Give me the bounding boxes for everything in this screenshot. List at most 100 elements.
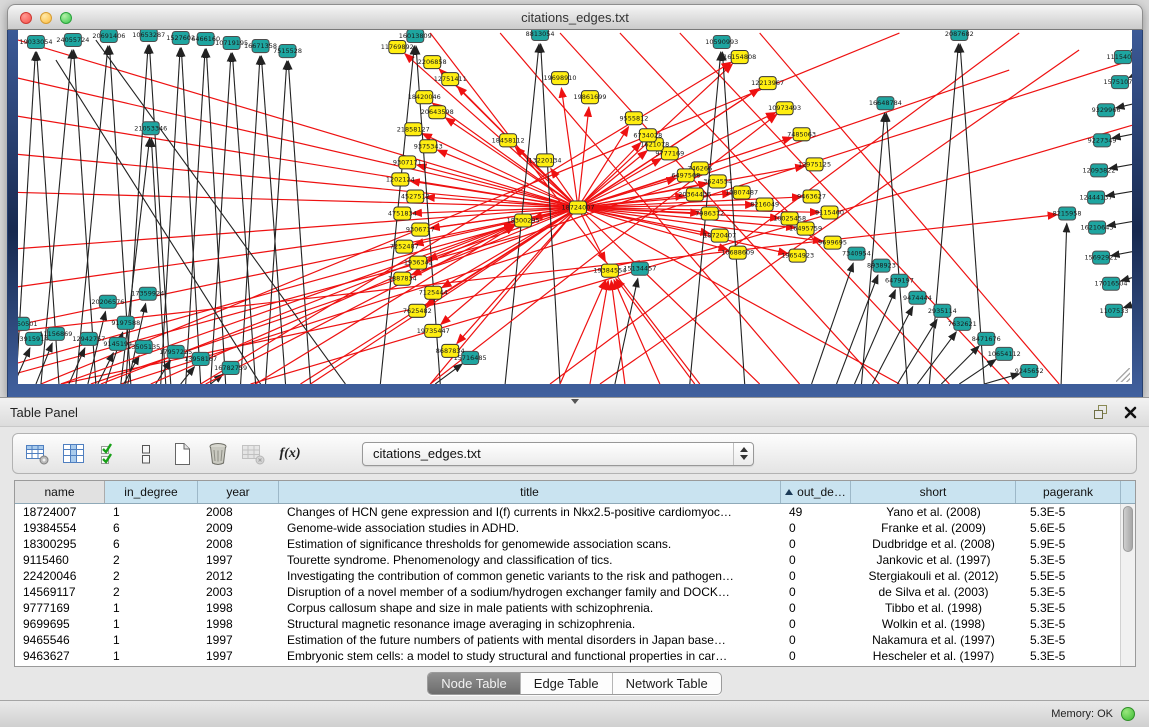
table-cell: 5.3E-5 [1016, 585, 1121, 599]
column-header-name[interactable]: name [15, 481, 105, 503]
delete-table-button[interactable] [202, 439, 234, 469]
table-cell: Investigating the contribution of common… [279, 569, 781, 583]
graph-node-label: 6734028 [633, 131, 662, 139]
table-select-value: citations_edges.txt [373, 446, 481, 461]
graph-node-label: 12444137 [1080, 193, 1113, 201]
table-cell: 9777169 [15, 601, 105, 615]
table-cell: 2 [105, 569, 198, 583]
table-cell: 2008 [198, 537, 279, 551]
network-canvas[interactable]: 1903305424055724206914061065328715276026… [18, 30, 1132, 384]
show-columns-button[interactable] [58, 439, 90, 469]
column-header-pagerank[interactable]: pagerank [1016, 481, 1121, 503]
table-cell: 1 [105, 601, 198, 615]
graph-node-label: 19384554 [593, 267, 626, 275]
column-header-out_de[interactable]: out_de… [781, 481, 851, 503]
column-header-in_degree[interactable]: in_degree [105, 481, 198, 503]
table-row[interactable]: 2242004622012Investigating the contribut… [15, 568, 1135, 584]
table-cell: 5.3E-5 [1016, 617, 1121, 631]
graph-edge [61, 224, 514, 384]
function-builder-button[interactable]: f(x) [274, 439, 306, 469]
graph-node-label: 12751411 [434, 75, 467, 83]
graph-edge [1061, 224, 1067, 384]
graph-node-label: 7340954 [842, 250, 871, 258]
graph-node-label: 2935114 [928, 307, 957, 315]
scrollbar-thumb[interactable] [1123, 506, 1133, 552]
graph-node-label: 10590993 [705, 38, 738, 46]
table-mode-switcher: Node Table Edge Table Network Table [427, 672, 722, 695]
graph-edge [614, 280, 660, 384]
desktop: citations_edges.txt 19033054240557242069… [0, 0, 1149, 397]
table-select[interactable]: citations_edges.txt [362, 442, 754, 466]
table-cell: 9463627 [15, 649, 105, 663]
new-table-button[interactable] [166, 439, 198, 469]
table-cell: 9699695 [15, 617, 105, 631]
table-options-button[interactable] [22, 439, 54, 469]
graph-edge [600, 50, 1079, 384]
table-cell: 6 [105, 521, 198, 535]
table-row[interactable]: 946362711997Embryonic stem cells: a mode… [15, 648, 1135, 664]
table-cell: Tourette syndrome. Phenomenology and cla… [279, 553, 781, 567]
graph-node-label: 9227349 [1088, 136, 1117, 144]
graph-node-label: 10973493 [768, 104, 801, 112]
graph-node-label: 10807487 [725, 188, 758, 196]
table-row[interactable]: 1456911722003Disruption of a novel membe… [15, 584, 1135, 600]
table-cell: 5.3E-5 [1016, 505, 1121, 519]
table-row[interactable]: 969969511998Structural magnetic resonanc… [15, 616, 1135, 632]
graph-node-label: 9115460 [815, 209, 844, 217]
table-row[interactable]: 1830029562008Estimation of significance … [15, 536, 1135, 552]
graph-node-label: 8813054 [526, 30, 555, 38]
table-row[interactable]: 1872400712008Changes of HCN gene express… [15, 504, 1135, 520]
graph-node-label: 1936342 [404, 259, 433, 267]
table-row[interactable]: 946554611997Estimation of the future num… [15, 632, 1135, 648]
graph-node-label: 19033054 [19, 38, 52, 46]
graph-node-label: 8215958 [1053, 210, 1082, 218]
table-cell: Hescheler et al. (1997) [851, 649, 1016, 663]
table-header-row: namein_degreeyeartitleout_de…shortpagera… [15, 481, 1135, 504]
table-panel-header: Table Panel [0, 397, 1149, 427]
graph-node-label: 20643598 [421, 108, 454, 116]
graph-node-label: 19861699 [573, 93, 606, 101]
combo-spinner-icon[interactable] [733, 443, 753, 465]
table-cell: 0 [781, 649, 851, 663]
status-bar: Memory: OK [0, 700, 1149, 727]
table-toolbar: f(x) citations_edges.txt [12, 433, 1137, 474]
graph-node-label: 13505135 [127, 343, 160, 351]
select-rows-button[interactable] [94, 439, 126, 469]
row-height-button[interactable] [130, 439, 162, 469]
tab-node-table[interactable]: Node Table [428, 673, 521, 694]
graph-node-label: 20691406 [92, 32, 125, 40]
panel-drag-handle-icon[interactable] [571, 399, 579, 404]
resize-grip-icon[interactable] [1116, 368, 1130, 382]
vertical-scrollbar[interactable] [1120, 504, 1135, 666]
table-row[interactable]: 911546021997Tourette syndrome. Phenomeno… [15, 552, 1135, 568]
graph-node-label: 19654923 [781, 252, 814, 260]
close-panel-icon[interactable] [1124, 406, 1137, 419]
graph-node-label: 18950501 [18, 320, 38, 328]
minimize-window-button[interactable] [40, 12, 52, 24]
graph-node-label: 6497568 [671, 171, 700, 179]
tab-network-table[interactable]: Network Table [613, 673, 721, 694]
table-tabs-row: Node Table Edge Table Network Table [0, 667, 1149, 699]
close-window-button[interactable] [20, 12, 32, 24]
column-header-short[interactable]: short [851, 481, 1016, 503]
table-cell: 0 [781, 601, 851, 615]
zoom-window-button[interactable] [60, 12, 72, 24]
column-header-year[interactable]: year [198, 481, 279, 503]
table-cell: 5.3E-5 [1016, 601, 1121, 615]
graph-node-label: 7632621 [948, 320, 977, 328]
graph-edge [18, 348, 30, 384]
graph-edge [984, 374, 1019, 384]
tab-edge-table[interactable]: Edge Table [521, 673, 613, 694]
float-panel-icon[interactable] [1094, 405, 1109, 419]
graph-node-label: 8471676 [972, 335, 1001, 343]
table-row[interactable]: 1938455462009Genome-wide association stu… [15, 520, 1135, 536]
table-cell: 0 [781, 569, 851, 583]
citation-network-graph[interactable]: 1903305424055724206914061065328715276026… [18, 30, 1132, 384]
column-header-title[interactable]: title [279, 481, 781, 503]
table-cell: 0 [781, 585, 851, 599]
network-window-titlebar[interactable]: citations_edges.txt [7, 4, 1143, 30]
delete-table-disabled-button[interactable] [238, 439, 270, 469]
table-cell: 0 [781, 537, 851, 551]
table-row[interactable]: 977716911998Corpus callosum shape and si… [15, 600, 1135, 616]
graph-edge [161, 48, 180, 384]
